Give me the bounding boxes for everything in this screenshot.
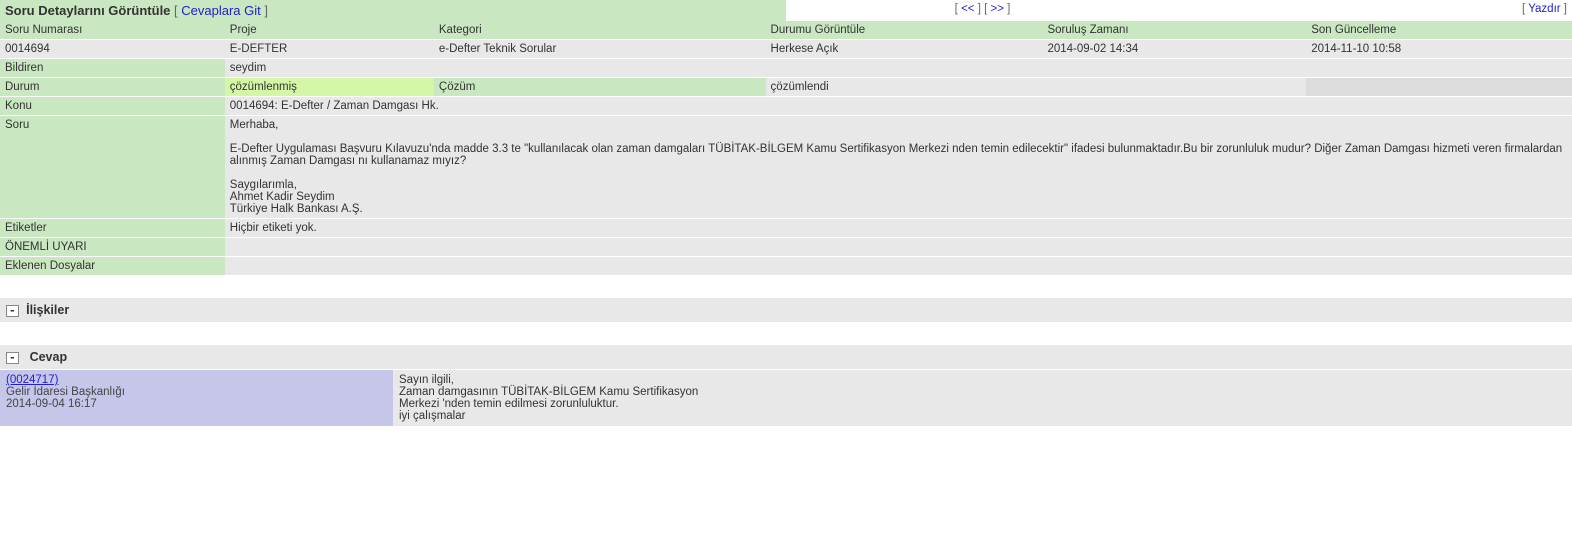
value-proje: E-DEFTER [225,40,434,59]
value-etiketler: Hiçbir etiketi yok. [225,219,1572,238]
nav-pager: [ << ] [ >> ] [786,0,1179,21]
print-area: [ Yazdır ] [1179,0,1572,21]
label-etiketler: Etiketler [0,219,225,238]
value-onemli-uyari [225,238,1572,257]
value-cozum: çözümlendi [766,78,1043,97]
label-eklenen-dosyalar: Eklenen Dosyalar [0,257,225,276]
col-header-sorulus: Soruluş Zamanı [1042,21,1306,40]
print-link[interactable]: Yazdır [1528,3,1560,15]
label-soru: Soru [0,116,225,219]
answer-meta: (0024717) Gelir İdaresi Başkanlığı 2014-… [0,370,393,426]
value-soru: Merhaba, E-Defter Uygulaması Başvuru Kıl… [225,116,1572,219]
collapse-icon[interactable]: - [6,305,19,317]
label-konu: Konu [0,97,225,116]
col-header-durum-goruntule: Durumu Görüntüle [766,21,1043,40]
value-konu: 0014694: E-Defter / Zaman Damgası Hk. [225,97,1572,116]
value-son-guncelleme: 2014-11-10 10:58 [1306,40,1572,59]
section-cevap: - Cevap [0,345,1572,370]
section-iliskiler: - İlişkiler [0,298,1572,323]
answer-table: (0024717) Gelir İdaresi Başkanlığı 2014-… [0,370,1572,426]
label-onemli-uyari: ÖNEMLİ UYARI [0,238,225,257]
value-eklenen-dosyalar [225,257,1572,276]
answer-id-link[interactable]: (0024717) [6,374,58,386]
label-bildiren: Bildiren [0,59,225,78]
detail-table: Soru Numarası Proje Kategori Durumu Görü… [0,21,1572,276]
nav-prev-link[interactable]: << [961,3,974,15]
col-header-son-guncelleme: Son Güncelleme [1306,21,1572,40]
label-cozum: Çözüm [434,78,766,97]
label-durum: Durum [0,78,225,97]
answer-author: Gelir İdaresi Başkanlığı [6,386,125,398]
nav-next-link[interactable]: >> [990,3,1003,15]
value-durum: çözümlenmiş [225,78,434,97]
value-sorulus: 2014-09-02 14:34 [1042,40,1306,59]
value-kategori: e-Defter Teknik Sorular [434,40,766,59]
value-durum-goruntule: Herkese Açık [766,40,1043,59]
collapse-icon[interactable]: - [6,352,19,364]
col-header-proje: Proje [225,21,434,40]
value-bildiren: seydim [225,59,1572,78]
col-header-soru-no: Soru Numarası [0,21,225,40]
page-title: Soru Detaylarını Görüntüle [ Cevaplara G… [0,0,786,21]
answer-body: Sayın ilgili, Zaman damgasının TÜBİTAK-B… [393,370,1572,426]
col-header-kategori: Kategori [434,21,766,40]
jump-to-answers-link[interactable]: Cevaplara Git [181,3,260,18]
answer-date: 2014-09-04 16:17 [6,398,97,410]
value-soru-no: 0014694 [0,40,225,59]
